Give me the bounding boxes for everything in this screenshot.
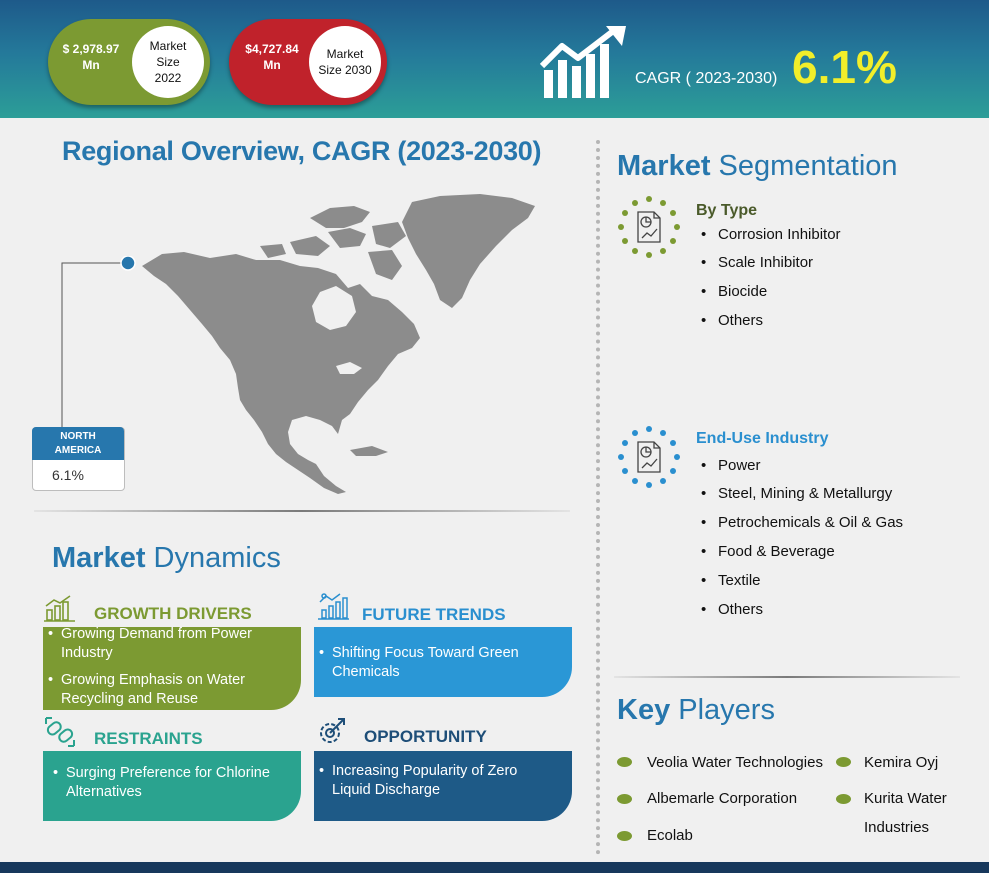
section-divider	[34, 510, 570, 512]
section-divider	[614, 676, 960, 678]
end-use-item: Others	[701, 601, 763, 618]
region-connector-line	[61, 256, 136, 434]
region-cagr-value: 6.1%	[52, 467, 84, 483]
report-icon	[618, 426, 680, 488]
opportunity-card: Increasing Popularity of Zero Liquid Dis…	[314, 751, 572, 821]
key-player-name: Kemira Oyj	[864, 754, 939, 771]
report-icon	[618, 196, 680, 258]
market-size-2030-pill: $4,727.84 Mn Market Size 2030	[229, 19, 387, 105]
bullet-dot-icon	[836, 757, 851, 767]
future-trends-heading: FUTURE TRENDS	[362, 605, 506, 624]
trend-chart-icon	[318, 593, 349, 620]
cagr-label: CAGR ( 2023-2030)	[635, 70, 778, 87]
by-type-item: Biocide	[701, 283, 767, 300]
key-player-name: Ecolab	[647, 827, 693, 844]
regional-overview-title: Regional Overview, CAGR (2023-2030)	[62, 136, 542, 166]
market-segmentation-title: Market Segmentation	[617, 150, 898, 182]
bar-chart-icon	[44, 595, 75, 622]
end-use-heading: End-Use Industry	[696, 430, 829, 447]
bullet-dot-icon	[617, 831, 632, 841]
bullet-dot-icon	[617, 794, 632, 804]
restraint-item: Surging Preference for Chlorine Alternat…	[48, 764, 281, 802]
opportunity-item: Increasing Popularity of Zero Liquid Dis…	[314, 762, 552, 800]
future-trend-item: Shifting Focus Toward Green Chemicals	[314, 644, 552, 682]
growth-driver-item: Growing Emphasis on Water Recycling and …	[43, 671, 271, 709]
region-name: NORTH AMERICA	[32, 427, 124, 460]
end-use-item: Power	[701, 457, 760, 474]
market-size-2022-pill: $ 2,978.97 Mn Market Size 2022	[48, 19, 210, 105]
chain-link-icon	[45, 717, 75, 747]
market-size-2030-label: Market Size 2030	[309, 26, 381, 98]
restraints-card: Surging Preference for Chlorine Alternat…	[43, 751, 301, 821]
end-use-item: Food & Beverage	[701, 543, 835, 560]
market-size-2022-label: Market Size 2022	[132, 26, 204, 98]
vertical-dotted-divider	[596, 140, 600, 855]
key-player-name: Albemarle Corporation	[647, 790, 798, 807]
future-trends-card: Shifting Focus Toward Green Chemicals	[314, 627, 572, 697]
growth-drivers-heading: GROWTH DRIVERS	[94, 604, 252, 623]
market-size-2030-value: $4,727.84 Mn	[245, 42, 299, 72]
key-players-title: Key Players	[617, 694, 775, 726]
bullet-dot-icon	[836, 794, 851, 804]
end-use-item: Steel, Mining & Metallurgy	[701, 485, 892, 502]
key-player-name: Veolia Water Technologies	[647, 754, 823, 771]
cagr-value: 6.1%	[792, 41, 897, 93]
growth-drivers-card: Growing Demand from Power Industry Growi…	[43, 625, 301, 710]
bullet-dot-icon	[617, 757, 632, 767]
growth-chart-icon	[540, 26, 626, 98]
opportunity-heading: OPPORTUNITY	[364, 727, 487, 746]
end-use-item: Petrochemicals & Oil & Gas	[701, 514, 903, 531]
gear-target-icon	[320, 718, 345, 743]
growth-driver-item: Growing Demand from Power Industry	[43, 625, 271, 663]
footer-bar	[0, 862, 989, 873]
by-type-item: Others	[701, 312, 763, 329]
by-type-item: Scale Inhibitor	[701, 254, 813, 271]
restraints-heading: RESTRAINTS	[94, 729, 203, 748]
end-use-item: Textile	[701, 572, 760, 589]
by-type-heading: By Type	[696, 202, 758, 219]
market-dynamics-title: Market Dynamics	[52, 542, 281, 574]
by-type-item: Corrosion Inhibitor	[701, 226, 841, 243]
north-america-map	[142, 194, 535, 494]
market-size-2022-value: $ 2,978.97 Mn	[62, 42, 120, 72]
key-player-name: Kurita Water Industries	[864, 790, 947, 836]
